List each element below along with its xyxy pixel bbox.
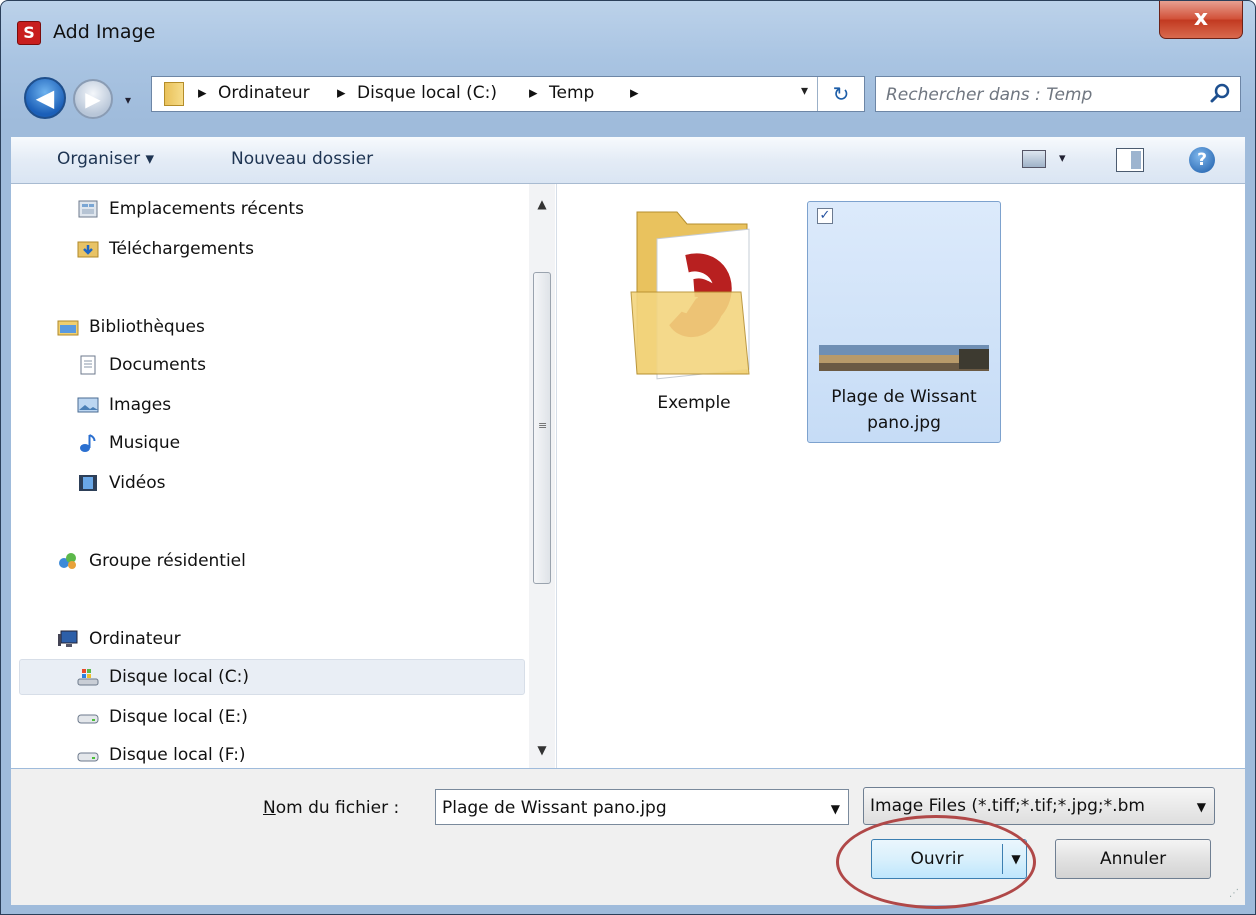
libraries-icon [57, 320, 79, 336]
sidebar-item-recent-places[interactable]: Emplacements récents [77, 194, 304, 224]
file-type-value: Image Files (*.tiff;*.tif;*.jpg;*.bm [870, 796, 1145, 816]
sidebar-item-label: Documents [109, 355, 206, 375]
navigation-bar: ◀ ▶ ▾ ▸ Ordinateur ▸ Disque local (C:) ▸… [1, 65, 1255, 125]
close-button[interactable]: x [1159, 1, 1243, 39]
sidebar-item-label: Groupe résidentiel [89, 551, 246, 571]
folder-icon [630, 211, 750, 380]
sidebar-item-label: Disque local (F:) [109, 745, 246, 765]
sidebar-item-label: Images [109, 395, 172, 415]
sidebar-item-label: Ordinateur [89, 629, 181, 649]
breadcrumb-separator[interactable]: ▸ [630, 83, 639, 103]
sidebar-item-downloads[interactable]: Téléchargements [77, 234, 254, 264]
navigation-pane[interactable]: Emplacements récents Téléchargements Bib… [11, 184, 557, 768]
sidebar-item-documents[interactable]: Documents [77, 350, 206, 380]
file-name-line-1: Plage de Wissant [831, 387, 977, 407]
sidebar-item-music[interactable]: Musique [77, 428, 180, 458]
filename-combobox[interactable]: Plage de Wissant pano.jpg ▼ [435, 789, 849, 825]
refresh-button[interactable]: ↻ [817, 77, 864, 111]
window-title: Add Image [53, 21, 156, 43]
sidebar-item-images[interactable]: Images [77, 390, 171, 420]
help-icon[interactable]: ? [1189, 147, 1215, 173]
drive-icon [77, 714, 99, 724]
breadcrumb-computer[interactable]: Ordinateur [218, 83, 310, 103]
change-view-icon[interactable] [1022, 150, 1046, 168]
cancel-button[interactable]: Annuler [1055, 839, 1211, 879]
file-item-image[interactable]: ✓ Plage de Wissant pano.jpg [807, 201, 1001, 443]
sidebar-item-computer[interactable]: Ordinateur [57, 624, 181, 654]
breadcrumb-separator[interactable]: ▸ [337, 83, 346, 103]
history-dropdown-icon[interactable]: ▾ [125, 93, 131, 107]
sidebar-item-videos[interactable]: Vidéos [77, 468, 166, 498]
sidebar-item-label: Vidéos [109, 473, 166, 493]
sidebar-item-label: Bibliothèques [89, 317, 205, 337]
search-box[interactable] [875, 76, 1241, 112]
music-icon [80, 434, 96, 452]
main-content: Emplacements récents Téléchargements Bib… [11, 184, 1245, 768]
file-list[interactable]: Exemple ✓ Plage de Wissant pano.jpg [557, 184, 1245, 768]
address-bar[interactable]: ▸ Ordinateur ▸ Disque local (C:) ▸ Temp … [151, 76, 865, 112]
drive-icon [77, 752, 99, 762]
breadcrumb-local-disk[interactable]: Disque local (C:) [357, 83, 497, 103]
computer-icon [58, 630, 78, 647]
sidebar-item-label: Téléchargements [109, 239, 254, 259]
file-name: Exemple [657, 393, 731, 413]
chevron-down-icon[interactable]: ▼ [1197, 800, 1206, 814]
highlight-annotation [836, 815, 1036, 909]
back-button[interactable]: ◀ [24, 77, 66, 119]
breadcrumb-separator[interactable]: ▸ [198, 83, 207, 103]
sidebar-item-label: Emplacements récents [109, 199, 304, 219]
address-dropdown-icon[interactable]: ▾ [801, 83, 808, 99]
videos-icon [79, 475, 97, 491]
filename-label: Nom du fichier : [263, 798, 400, 818]
new-folder-button[interactable]: Nouveau dossier [231, 149, 373, 169]
scroll-up-icon[interactable]: ▲ [529, 190, 555, 218]
panorama-thumbnail [819, 345, 989, 371]
breadcrumb-separator[interactable]: ▸ [529, 83, 538, 103]
view-dropdown-icon[interactable]: ▾ [1059, 151, 1066, 166]
preview-pane-icon[interactable] [1116, 148, 1144, 172]
scroll-down-icon[interactable]: ▼ [529, 736, 555, 764]
forward-button[interactable]: ▶ [73, 79, 113, 119]
breadcrumb-temp[interactable]: Temp [549, 83, 594, 103]
sidebar-item-homegroup[interactable]: Groupe résidentiel [57, 546, 246, 576]
downloads-folder-icon [77, 241, 99, 258]
search-icon[interactable] [1210, 82, 1232, 104]
chevron-down-icon[interactable]: ▼ [831, 802, 840, 816]
filename-input[interactable]: Plage de Wissant pano.jpg [442, 798, 667, 818]
sidebar-item-local-disk-e[interactable]: Disque local (E:) [77, 702, 248, 732]
sidebar-item-label: Disque local (E:) [109, 707, 248, 727]
scroll-thumb[interactable]: ≡ [533, 272, 551, 584]
sidebar-item-label: Disque local (C:) [109, 667, 249, 687]
dialog-window: S Add Image x ◀ ▶ ▾ ▸ Ordinateur ▸ Disqu… [0, 0, 1256, 915]
file-name-line-2: pano.jpg [867, 413, 941, 433]
file-item-folder[interactable]: Exemple [609, 202, 779, 413]
dialog-footer: Nom du fichier : Plage de Wissant pano.j… [11, 769, 1245, 905]
pictures-icon [77, 397, 99, 413]
folder-icon [164, 82, 184, 106]
app-icon: S [17, 21, 41, 45]
resize-grip-icon[interactable]: ⋰ [1229, 888, 1239, 899]
selection-checkbox[interactable]: ✓ [817, 208, 833, 224]
command-toolbar: Organiser ▾ Nouveau dossier ▾ ? [11, 137, 1245, 184]
system-drive-icon [77, 669, 99, 686]
search-input[interactable] [884, 81, 1208, 109]
sidebar-scrollbar[interactable]: ▲ ≡ ▼ [529, 184, 555, 768]
homegroup-icon [59, 553, 76, 569]
sidebar-item-local-disk-c[interactable]: Disque local (C:) [77, 662, 249, 692]
recent-places-icon [78, 200, 98, 218]
title-bar[interactable]: S Add Image x [1, 1, 1255, 65]
sidebar-item-label: Musique [109, 433, 181, 453]
grip-icon: ≡ [538, 419, 548, 432]
sidebar-item-libraries[interactable]: Bibliothèques [57, 312, 205, 342]
documents-icon [80, 355, 96, 375]
sidebar-item-local-disk-f[interactable]: Disque local (F:) [77, 740, 246, 770]
organize-menu[interactable]: Organiser ▾ [57, 149, 154, 169]
